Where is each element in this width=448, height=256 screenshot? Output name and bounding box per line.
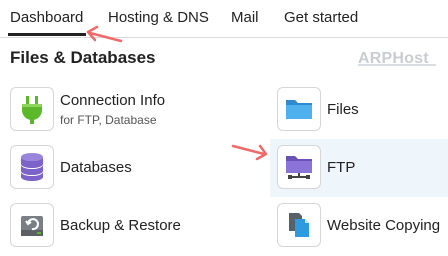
backup-restore-label: Backup & Restore bbox=[60, 217, 181, 234]
tab-dashboard[interactable]: Dashboard bbox=[10, 9, 83, 26]
website-copying-label: Website Copying bbox=[327, 217, 441, 234]
ftp-folder-icon bbox=[277, 145, 321, 189]
plug-icon bbox=[10, 87, 54, 131]
ftp-label: FTP bbox=[327, 159, 356, 176]
connection-info-sublabel: for FTP, Database bbox=[60, 113, 157, 127]
website-copying-item[interactable]: Website Copying bbox=[277, 203, 447, 249]
connection-info-item[interactable]: Connection Info for FTP, Database bbox=[10, 87, 210, 133]
files-item[interactable]: Files bbox=[277, 87, 447, 133]
tab-get-started[interactable]: Get started bbox=[284, 9, 358, 26]
annotation-arrow-icon bbox=[86, 25, 123, 43]
databases-item[interactable]: Databases bbox=[10, 145, 210, 191]
copy-icon bbox=[277, 203, 321, 247]
section-title: Files & Databases bbox=[10, 48, 156, 67]
backup-icon bbox=[10, 203, 54, 247]
files-label: Files bbox=[327, 101, 359, 118]
databases-label: Databases bbox=[60, 159, 132, 176]
active-tab-indicator bbox=[8, 33, 86, 36]
backup-restore-item[interactable]: Backup & Restore bbox=[10, 203, 210, 249]
annotation-arrow-ftp-icon bbox=[231, 144, 268, 161]
tab-mail[interactable]: Mail bbox=[231, 9, 259, 26]
nav-tabs: Dashboard Hosting & DNS Mail Get started bbox=[0, 0, 448, 38]
watermark-logo: ARPHost bbox=[358, 50, 436, 68]
folder-icon bbox=[277, 87, 321, 131]
ftp-item[interactable]: FTP bbox=[277, 145, 447, 191]
connection-info-label: Connection Info bbox=[60, 92, 166, 109]
database-icon bbox=[10, 145, 54, 189]
